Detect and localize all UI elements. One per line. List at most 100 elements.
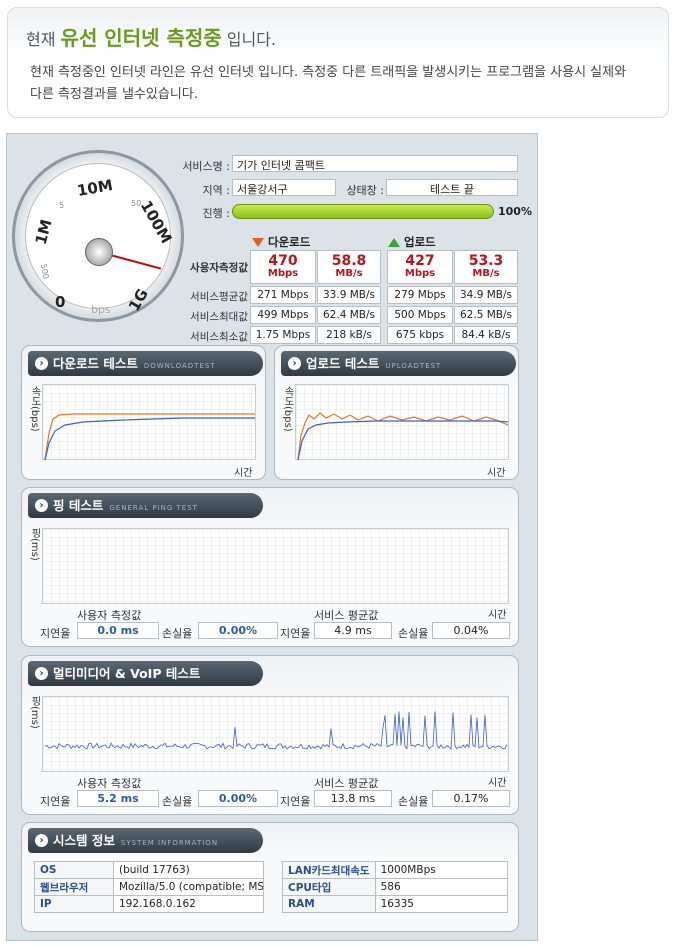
voip-user-latency: 5.2 ms xyxy=(77,790,159,807)
result-cell: 62.5 MB/s xyxy=(454,306,518,324)
voip-test-title: › 멀티미디어 & VoIP 테스트 xyxy=(28,661,263,686)
ping-service-label: 서비스 평균값 xyxy=(314,609,379,622)
gauge-small-5: 5 xyxy=(59,201,65,210)
result-row-label: 서비스최소값 xyxy=(190,331,248,343)
ping-service-latency: 4.9 ms xyxy=(314,622,392,639)
gauge-unit: bps xyxy=(91,303,111,316)
status-field: 테스트 끝 xyxy=(386,179,518,196)
chevron-right-icon: › xyxy=(35,667,48,680)
download-test-panel: › 다운로드 테스트 DOWNLOADTEST 속도(bps) 시간 xyxy=(21,345,266,480)
upload-graph xyxy=(295,384,509,461)
upload-arrow-icon xyxy=(388,238,400,247)
ping-service-latency-label: 지연율 xyxy=(280,627,311,640)
measurement-banner: 현재 유선 인터넷 측정중 입니다. 현재 측정중인 인터넷 라인은 유선 인터… xyxy=(7,7,669,118)
result-row-label: 서비스최대값 xyxy=(190,311,248,323)
result-row-label: 서비스평균값 xyxy=(190,291,248,303)
ping-test-panel: › 핑 테스트 GENERAL PING TEST 핑(ms) 시간 사용자 측정값… xyxy=(21,487,519,647)
chevron-right-icon: › xyxy=(288,357,301,370)
banner-description: 현재 측정중인 인터넷 라인은 유선 인터넷 입니다. 측정중 다른 트래픽을 … xyxy=(30,65,627,102)
progress-label: 진행 : xyxy=(202,207,230,220)
region-field: 서울강서구 xyxy=(232,179,336,196)
chevron-right-icon: › xyxy=(35,357,48,370)
voip-test-panel: › 멀티미디어 & VoIP 테스트 핑(ms) 시간 사용자 측정값 서비스 평… xyxy=(21,655,519,815)
progress-bar xyxy=(232,204,494,219)
table-row: OS (build 17763) xyxy=(34,861,264,879)
ping-user-latency-label: 지연율 xyxy=(40,627,71,640)
gauge-label-0: 0 xyxy=(55,293,66,311)
ping-ylabel: 핑(ms) xyxy=(29,528,40,561)
ping-graph xyxy=(42,528,509,604)
banner-title: 현재 유선 인터넷 측정중 입니다. xyxy=(26,22,276,51)
voip-service-latency-label: 지연율 xyxy=(280,795,311,808)
service-name-field: 기가 인터넷 콤팩트 xyxy=(232,155,518,172)
service-name-label: 서비스명 : xyxy=(182,160,230,173)
download-test-title: › 다운로드 테스트 DOWNLOADTEST xyxy=(28,351,263,376)
title-highlight: 유선 인터넷 측정중 xyxy=(60,26,222,50)
dl-mbps-value: 470 Mbps xyxy=(250,250,316,284)
system-info-title: › 시스템 정보 SYSTEM INFORMATION xyxy=(28,828,263,853)
download-header: 다운로드 xyxy=(252,234,310,250)
ping-service-loss-label: 손실율 xyxy=(398,627,429,640)
title-prefix: 현재 xyxy=(26,30,56,49)
chevron-right-icon: › xyxy=(35,834,48,847)
result-cell: 1.75 Mbps xyxy=(250,326,316,344)
upload-test-title: › 업로드 테스트 UPLOADTEST xyxy=(281,351,516,376)
download-xlabel: 시간 xyxy=(234,468,253,479)
result-cell: 279 Mbps xyxy=(387,286,453,304)
voip-user-loss: 0.00% xyxy=(198,790,278,807)
user-measure-label: 사용자측정값 xyxy=(190,262,248,274)
voip-service-loss: 0.17% xyxy=(432,790,510,807)
upload-ylabel: 속도(bps) xyxy=(282,386,293,432)
table-row: CPU타입 586 xyxy=(282,878,509,896)
voip-ylabel: 핑(ms) xyxy=(29,696,40,729)
voip-series xyxy=(44,711,508,750)
result-cell: 271 Mbps xyxy=(250,286,316,304)
upload-series-orange xyxy=(297,412,509,461)
gauge-hub xyxy=(85,238,113,266)
download-chart-svg xyxy=(44,413,255,461)
result-cell: 218 kB/s xyxy=(317,326,381,344)
voip-user-label: 사용자 측정값 xyxy=(77,777,142,790)
table-row: RAM 16335 xyxy=(282,895,509,913)
result-cell: 499 Mbps xyxy=(250,306,316,324)
table-row: IP 192.168.0.162 xyxy=(34,895,264,913)
download-series-blue xyxy=(44,417,255,461)
ul-mbs-value: 53.3 MB/s xyxy=(454,250,518,284)
upload-xlabel: 시간 xyxy=(487,468,506,479)
system-table-right: LAN카드최대속도 1000MBps CPU타입 586 RAM 16335 xyxy=(282,861,509,913)
voip-service-latency: 13.8 ms xyxy=(314,790,392,807)
download-arrow-icon xyxy=(252,238,264,247)
result-cell: 62.4 MB/s xyxy=(317,306,381,324)
ping-user-label: 사용자 측정값 xyxy=(77,609,142,622)
voip-graph xyxy=(42,696,509,772)
voip-user-loss-label: 손실율 xyxy=(162,795,193,808)
ping-user-loss: 0.00% xyxy=(198,622,278,639)
progress-percent: 100% xyxy=(498,205,532,218)
ping-test-title: › 핑 테스트 GENERAL PING TEST xyxy=(28,493,263,518)
title-suffix: 입니다. xyxy=(226,30,277,49)
result-cell: 33.9 MB/s xyxy=(317,286,381,304)
system-table-left: OS (build 17763) 웹브라우저 Mozilla/5.0 (compat… xyxy=(34,861,264,913)
download-ylabel: 속도(bps) xyxy=(29,386,40,432)
table-row: LAN카드최대속도 1000MBps xyxy=(282,861,509,879)
gauge-small-50: 50 xyxy=(131,199,142,208)
voip-chart-svg xyxy=(44,711,508,750)
speed-gauge: 10M 1M 100M 1G 0 5 50 500 bps xyxy=(12,150,184,322)
ping-service-loss: 0.04% xyxy=(432,622,510,639)
upload-series-blue xyxy=(297,420,509,461)
ping-user-latency: 0.0 ms xyxy=(77,622,159,639)
result-cell: 34.9 MB/s xyxy=(454,286,518,304)
result-cell: 500 Mbps xyxy=(387,306,453,324)
ul-mbps-value: 427 Mbps xyxy=(387,250,453,284)
voip-service-loss-label: 손실율 xyxy=(398,795,429,808)
status-label: 상태창 : xyxy=(346,184,384,197)
download-graph xyxy=(42,384,256,461)
result-cell: 84.4 kB/s xyxy=(454,326,518,344)
voip-service-label: 서비스 평균값 xyxy=(314,777,379,790)
upload-header: 업로드 xyxy=(388,234,436,250)
upload-test-panel: › 업로드 테스트 UPLOADTEST 속도(bps) 시간 xyxy=(274,345,519,480)
ping-user-loss-label: 손실율 xyxy=(162,627,193,640)
voip-xlabel: 시간 xyxy=(488,778,507,789)
result-cell: 675 kbps xyxy=(387,326,453,344)
system-info-panel: › 시스템 정보 SYSTEM INFORMATION OS (build 17763… xyxy=(21,822,519,932)
